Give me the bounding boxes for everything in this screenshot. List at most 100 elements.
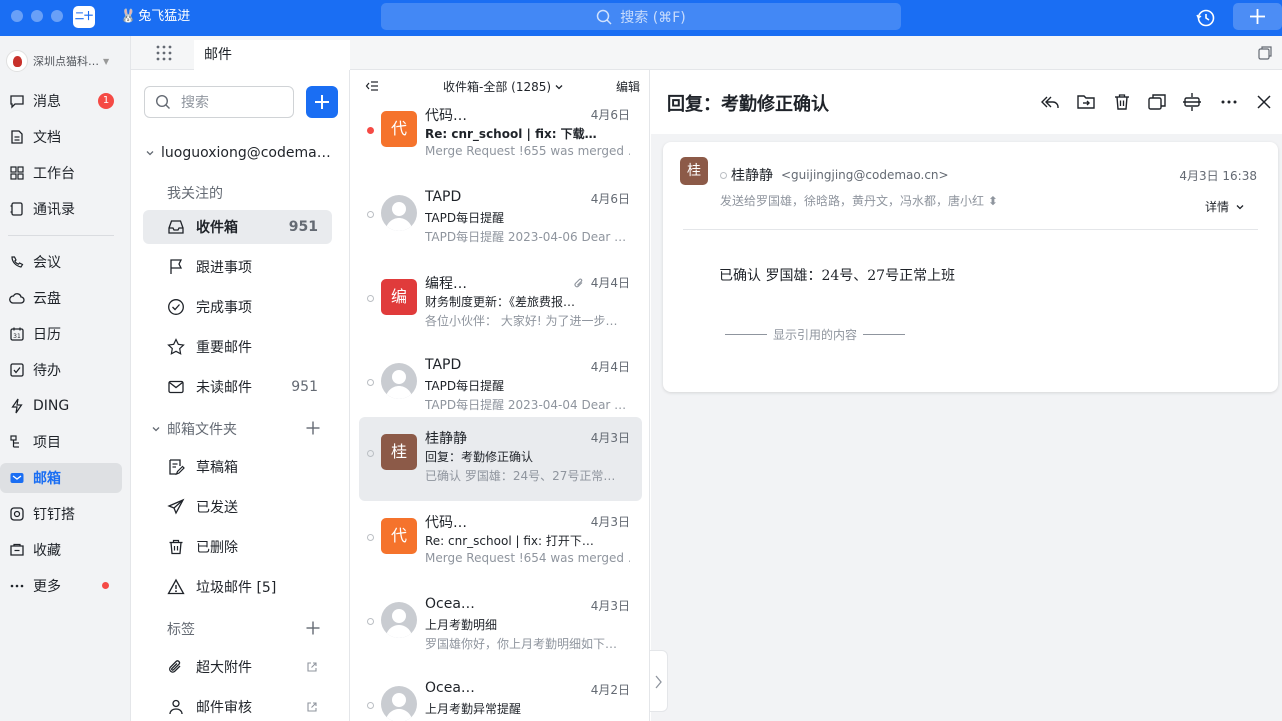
mail-date: 4月4日	[590, 276, 630, 290]
mail-preview: TAPD每日提醒 2023-04-04 Dear …	[425, 398, 627, 412]
mail-subject: 回复：考勤修正确认	[425, 450, 534, 464]
compose-button[interactable]	[306, 86, 338, 118]
reply-all-button[interactable]	[1040, 92, 1060, 112]
nav-item-label: 待办	[33, 363, 61, 379]
doc-icon	[9, 129, 25, 145]
collapse-left-icon	[365, 81, 378, 91]
ellipsis-icon	[1221, 100, 1237, 104]
tab-mail[interactable]: 邮件	[194, 40, 350, 70]
folder-drafts[interactable]: 草稿箱	[143, 450, 332, 484]
add-tag-button[interactable]	[305, 620, 321, 636]
sender-avatar: 代	[381, 518, 417, 554]
mail-date: 4月6日	[590, 108, 630, 122]
mailbox-filter-dropdown[interactable]: 收件箱-全部 (1285)	[443, 78, 564, 95]
folder-inbox[interactable]: 收件箱 951	[143, 210, 332, 244]
title-bar: 二十 🐰 兔飞猛进 搜索 (⌘F)	[0, 0, 1282, 36]
nav-item-ding[interactable]: DING	[0, 391, 122, 421]
plus-icon	[1250, 9, 1265, 24]
expand-icon	[1183, 93, 1201, 111]
inbox-icon	[167, 218, 185, 236]
move-button[interactable]	[1076, 92, 1096, 112]
global-search[interactable]: 搜索 (⌘F)	[381, 3, 901, 30]
mail-search-input[interactable]: 搜索	[144, 86, 294, 118]
mail-list-item[interactable]: Ocea… 4月2日 上月考勤异常提醒	[359, 669, 642, 721]
close-window-button[interactable]	[11, 10, 23, 22]
mail-time: 4月3日 16:38	[1179, 169, 1257, 183]
mail-list-item[interactable]: 代 代码… 4月6日 Re: cnr_school | fix: 下载… Mer…	[359, 94, 642, 178]
nav-item-builder[interactable]: 钉钉搭	[0, 499, 122, 529]
history-button[interactable]	[1194, 6, 1218, 30]
folder-spam[interactable]: 垃圾邮件 [5]	[143, 570, 332, 604]
minimize-window-button[interactable]	[31, 10, 43, 22]
org-tag-label: 兔飞猛进	[138, 9, 191, 24]
org-switcher[interactable]: 深圳点猫科… ▼	[6, 48, 126, 74]
nav-item-todo[interactable]: 待办	[0, 355, 122, 385]
nav-item-calendar[interactable]: 31 日历	[0, 319, 122, 349]
org-tag[interactable]: 🐰 兔飞猛进	[120, 7, 190, 27]
app-launcher-button[interactable]	[155, 44, 173, 62]
chevron-down-icon	[555, 84, 563, 89]
mail-date: 4月3日	[590, 515, 630, 529]
open-in-window-button[interactable]	[1147, 92, 1167, 112]
mail-sender: 桂静静	[425, 431, 467, 447]
global-search-placeholder: 搜索 (⌘F)	[620, 9, 686, 26]
mail-subject: 上月考勤异常提醒	[425, 702, 522, 716]
nav-item-contacts[interactable]: 通讯录	[0, 194, 122, 224]
folder-done[interactable]: 完成事项	[143, 290, 332, 324]
sender-address[interactable]: <guijingjing@codemao.cn>	[781, 168, 949, 182]
quote-line-left	[725, 334, 767, 335]
new-window-button[interactable]	[1257, 45, 1273, 61]
close-mail-button[interactable]	[1254, 92, 1274, 112]
mail-list-item[interactable]: Ocea… 4月3日 上月考勤明细 罗国雄你好，你上月考勤明细如下…	[359, 585, 642, 669]
app-logo[interactable]: 二十	[73, 6, 95, 28]
recipients-line[interactable]: 发送给罗国雄，徐晗路，黄丹文，冯水都，唐小红 ⬍	[720, 192, 998, 209]
mail-folders-header[interactable]: 邮箱文件夹	[151, 419, 237, 439]
check-circle-icon	[167, 298, 185, 316]
collapse-folders-button[interactable]	[365, 79, 379, 93]
status-dot	[720, 171, 727, 179]
mail-folders-header-label: 邮箱文件夹	[167, 422, 237, 438]
nav-item-cloud[interactable]: 云盘	[0, 283, 122, 313]
show-quoted-toggle[interactable]: 显示引用的内容	[719, 326, 911, 343]
grid-icon	[9, 165, 25, 181]
mail-preview: 已确认 罗国雄：24号、27号正常…	[425, 469, 616, 483]
details-toggle[interactable]: 详情	[1205, 198, 1245, 215]
mail-date-wrap: 4月4日	[573, 274, 630, 291]
more-actions-button[interactable]	[1219, 92, 1239, 112]
plus-icon	[306, 621, 320, 635]
nav-item-docs[interactable]: 文档	[0, 122, 122, 152]
folder-deleted[interactable]: 已删除	[143, 530, 332, 564]
mail-sender: 代码…	[425, 108, 467, 124]
folder-follow-up[interactable]: 跟进事项	[143, 250, 332, 284]
edit-button[interactable]: 编辑	[616, 78, 640, 95]
mail-list-item-selected[interactable]: 桂 桂静静 4月3日 回复：考勤修正确认 已确认 罗国雄：24号、27号正常…	[359, 417, 642, 501]
mailbox-filter-label: 收件箱-全部 (1285)	[443, 80, 552, 94]
tool-large-attachment[interactable]: 超大附件	[143, 650, 332, 684]
reader-collapse-handle[interactable]	[650, 650, 668, 712]
expand-view-button[interactable]	[1182, 92, 1202, 112]
folder-important[interactable]: 重要邮件	[143, 330, 332, 364]
mail-list-item[interactable]: 编 编程… 4月4日 财务制度更新：《差旅费报… 各位小伙伴： 大家好! 为了进…	[359, 262, 642, 346]
notification-dot	[102, 582, 109, 589]
nav-item-favorites[interactable]: 收藏	[0, 535, 122, 565]
nav-item-workbench[interactable]: 工作台	[0, 158, 122, 188]
account-selector[interactable]: luoguoxiong@codema…	[145, 145, 331, 161]
read-dot	[367, 211, 374, 218]
add-folder-button[interactable]	[305, 420, 321, 436]
mail-list-item[interactable]: 代 代码… 4月3日 Re: cnr_school | fix: 打开下… Me…	[359, 501, 642, 585]
tool-mail-review[interactable]: 邮件审核	[143, 690, 332, 721]
nav-item-projects[interactable]: 项目	[0, 427, 122, 457]
nav-item-meetings[interactable]: 会议	[0, 247, 122, 277]
mail-list-item[interactable]: TAPD 4月6日 TAPD每日提醒 TAPD每日提醒 2023-04-06 D…	[359, 178, 642, 262]
sender-avatar: 桂	[680, 157, 708, 185]
mail-list-header: 收件箱-全部 (1285) 编辑	[351, 70, 649, 102]
delete-button[interactable]	[1112, 92, 1132, 112]
nav-item-mail[interactable]: 邮箱	[0, 463, 122, 493]
folder-unread[interactable]: 未读邮件 951	[143, 370, 332, 404]
maximize-window-button[interactable]	[51, 10, 63, 22]
tags-header: 标签	[167, 622, 195, 638]
create-new-button[interactable]	[1233, 3, 1282, 30]
lightning-icon	[9, 398, 25, 414]
sender-name[interactable]: 桂静静	[731, 165, 773, 185]
folder-sent[interactable]: 已发送	[143, 490, 332, 524]
